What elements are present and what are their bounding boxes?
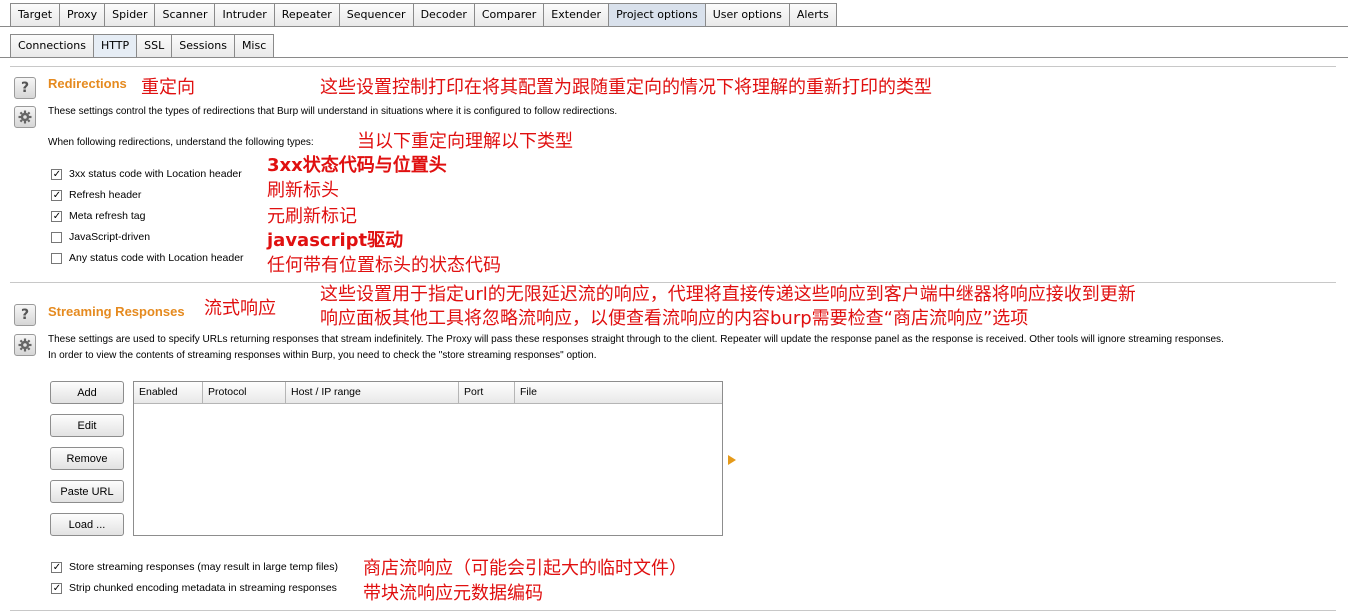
checkbox-3xx-location[interactable]: 3xx status code with Location header: [51, 168, 242, 180]
checkbox-label: Store streaming responses (may result in…: [69, 561, 339, 573]
streaming-title-cn: 流式响应: [204, 298, 276, 319]
tab-proxy[interactable]: Proxy: [59, 3, 106, 26]
tab-misc[interactable]: Misc: [233, 34, 275, 57]
gear-icon[interactable]: [14, 106, 36, 128]
streaming-urls-table[interactable]: Enabled Protocol Host / IP range Port Fi…: [133, 381, 723, 536]
checkbox-box[interactable]: [51, 168, 62, 180]
checkbox-label: 3xx status code with Location header: [69, 168, 242, 180]
tab-scanner[interactable]: Scanner: [154, 3, 216, 26]
checkbox-label: Meta refresh tag: [69, 210, 146, 222]
sub-tab-bar: Connections HTTP SSL Sessions Misc: [0, 32, 1348, 58]
tab-spider[interactable]: Spider: [104, 3, 156, 26]
tab-target[interactable]: Target: [10, 3, 61, 26]
column-host-ip-range[interactable]: Host / IP range: [286, 382, 459, 403]
help-icon[interactable]: ?: [14, 77, 36, 99]
help-icon[interactable]: ?: [14, 304, 36, 326]
checkbox-box[interactable]: [51, 582, 62, 594]
annotation-cn: 商店流响应（可能会引起大的临时文件）: [363, 558, 687, 579]
streaming-header-cn-1: 这些设置用于指定url的无限延迟流的响应，代理将直接传递这些响应到客户端中继器将…: [320, 284, 1136, 305]
redirections-title-cn: 重定向: [141, 77, 195, 98]
annotation-cn: 3xx状态代码与位置头: [267, 155, 447, 176]
checkbox-any-status-location[interactable]: Any status code with Location header: [51, 252, 244, 264]
checkbox-box[interactable]: [51, 252, 62, 264]
column-enabled[interactable]: Enabled: [134, 382, 203, 403]
expand-arrow-icon[interactable]: [728, 455, 736, 465]
redirections-sub-label: When following redirections, understand …: [48, 137, 314, 148]
http-settings-panel: ? Redirections 重定向 这些设置控制打印在将其配置为跟随重定向的情…: [0, 58, 1348, 613]
load-button[interactable]: Load ...: [50, 513, 124, 536]
tab-sequencer[interactable]: Sequencer: [338, 3, 414, 26]
annotation-cn: 带块流响应元数据编码: [363, 583, 543, 604]
checkbox-javascript-driven[interactable]: JavaScript-driven: [51, 231, 150, 243]
remove-button[interactable]: Remove: [50, 447, 124, 470]
gear-icon[interactable]: [14, 334, 36, 356]
tab-ssl[interactable]: SSL: [136, 34, 173, 57]
checkbox-refresh-header[interactable]: Refresh header: [51, 189, 141, 201]
checkbox-box[interactable]: [51, 561, 62, 573]
tab-connections[interactable]: Connections: [10, 34, 94, 57]
redirections-header-cn: 这些设置控制打印在将其配置为跟随重定向的情况下将理解的重新打印的类型: [320, 77, 932, 98]
tab-project-options[interactable]: Project options: [608, 3, 706, 26]
streaming-header-cn-2: 响应面板其他工具将忽略流响应，以便查看流响应的内容burp需要检查“商店流响应”…: [320, 308, 1029, 329]
annotation-cn: javascript驱动: [267, 230, 404, 251]
streaming-description-2: In order to view the contents of streami…: [48, 350, 597, 361]
tab-intruder[interactable]: Intruder: [214, 3, 275, 26]
tab-http[interactable]: HTTP: [92, 34, 138, 57]
checkbox-box[interactable]: [51, 189, 62, 201]
tab-user-options[interactable]: User options: [704, 3, 790, 26]
redirections-title: Redirections: [48, 76, 127, 91]
checkbox-label: Refresh header: [69, 189, 142, 201]
annotation-cn: 元刷新标记: [267, 206, 357, 227]
checkbox-box[interactable]: [51, 210, 62, 222]
tab-comparer[interactable]: Comparer: [473, 3, 545, 26]
checkbox-strip-chunked[interactable]: Strip chunked encoding metadata in strea…: [51, 582, 337, 594]
checkbox-label: Any status code with Location header: [69, 252, 244, 264]
tab-sessions[interactable]: Sessions: [171, 34, 235, 57]
add-button[interactable]: Add: [50, 381, 124, 404]
checkbox-box[interactable]: [51, 231, 62, 243]
section-divider: [10, 66, 1336, 67]
tab-alerts[interactable]: Alerts: [788, 3, 837, 26]
main-tab-bar: Target Proxy Spider Scanner Intruder Rep…: [0, 0, 1348, 27]
streaming-title: Streaming Responses: [48, 304, 185, 319]
column-port[interactable]: Port: [459, 382, 515, 403]
checkbox-label: JavaScript-driven: [69, 231, 151, 243]
checkbox-label: Strip chunked encoding metadata in strea…: [69, 582, 337, 594]
section-divider: [10, 610, 1336, 611]
annotation-cn: 任何带有位置标头的状态代码: [267, 255, 501, 276]
streaming-description-1: These settings are used to specify URLs …: [48, 334, 1224, 345]
edit-button[interactable]: Edit: [50, 414, 124, 437]
annotation-cn: 刷新标头: [267, 180, 339, 201]
checkbox-meta-refresh[interactable]: Meta refresh tag: [51, 210, 145, 222]
paste-url-button[interactable]: Paste URL: [50, 480, 124, 503]
tab-decoder[interactable]: Decoder: [412, 3, 475, 26]
redirections-sub-label-cn: 当以下重定向理解以下类型: [357, 131, 573, 152]
checkbox-store-streaming[interactable]: Store streaming responses (may result in…: [51, 561, 338, 573]
column-protocol[interactable]: Protocol: [203, 382, 286, 403]
redirections-description: These settings control the types of redi…: [48, 106, 618, 117]
tab-extender[interactable]: Extender: [543, 3, 610, 26]
column-file[interactable]: File: [515, 382, 722, 403]
tab-repeater[interactable]: Repeater: [273, 3, 340, 26]
table-header: Enabled Protocol Host / IP range Port Fi…: [134, 382, 722, 404]
